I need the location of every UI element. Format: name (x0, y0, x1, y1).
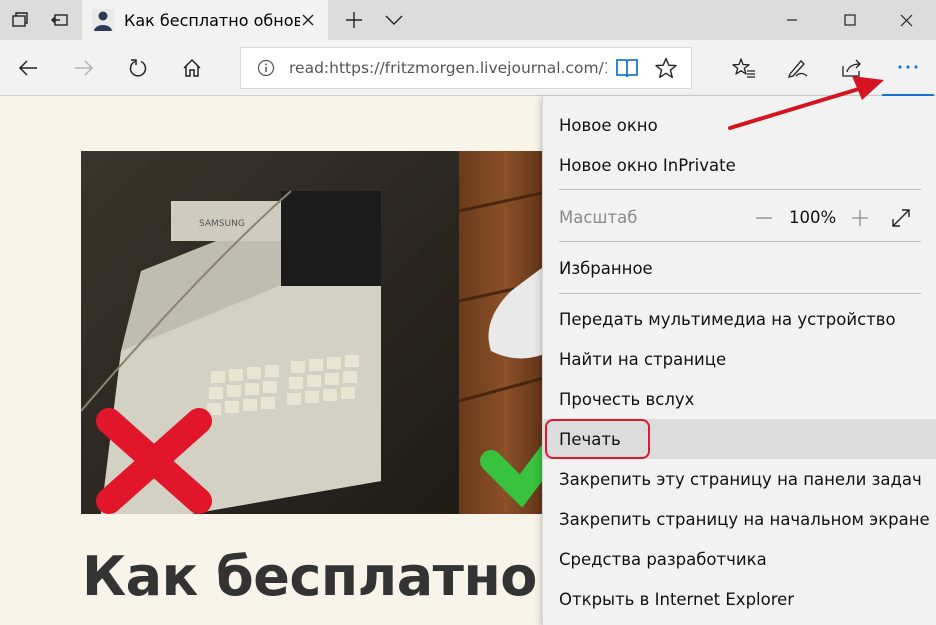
home-button[interactable] (172, 48, 212, 88)
full-screen-icon (892, 209, 910, 227)
menu-item-cast-media[interactable]: Передать мультимедиа на устройство (543, 299, 936, 339)
full-screen-button[interactable] (889, 206, 913, 230)
info-icon (257, 59, 275, 77)
tab-close-button[interactable] (298, 10, 318, 30)
menu-item-open-ie[interactable]: Открыть в Internet Explorer (543, 579, 936, 619)
menu-item-favorites[interactable]: Избранное (543, 248, 936, 288)
tabs-aside-button[interactable] (40, 0, 80, 40)
print-highlight-annotation (545, 419, 650, 459)
forward-arrow-icon (75, 60, 94, 76)
back-arrow-icon (18, 60, 37, 76)
add-favorite-button[interactable] (655, 57, 677, 83)
tab-title: Как бесплатно обнови (124, 10, 300, 30)
address-bar[interactable]: read:https://fritzmorgen.livejournal.com… (240, 47, 692, 89)
close-icon (302, 14, 314, 26)
close-icon (900, 14, 912, 26)
settings-more-button[interactable] (882, 40, 934, 96)
maximize-icon (844, 14, 856, 26)
forward-button[interactable] (64, 48, 104, 88)
window-close-button[interactable] (876, 0, 936, 40)
menu-item-developer-tools[interactable]: Средства разработчика (543, 539, 936, 579)
zoom-in-button[interactable] (849, 207, 871, 229)
minimize-button[interactable] (762, 0, 822, 40)
maximize-button[interactable] (820, 0, 880, 40)
article-hero-image: SAMSUNG (81, 151, 551, 514)
zoom-out-button[interactable] (753, 207, 775, 229)
favorites-hub-icon (732, 58, 755, 78)
menu-item-read-aloud[interactable]: Прочесть вслух (543, 379, 936, 419)
toolbar: read:https://fritzmorgen.livejournal.com… (0, 40, 936, 96)
share-button[interactable] (832, 48, 872, 88)
tabs-aside-icon (51, 14, 68, 26)
tab-manager-button[interactable] (0, 0, 40, 40)
new-tab-button[interactable] (334, 0, 374, 40)
menu-item-pin-taskbar[interactable]: Закрепить эту страницу на панели задач (543, 459, 936, 499)
reading-view-button[interactable] (615, 57, 639, 83)
tab-manager-icon (12, 12, 28, 27)
hero-brand-text: SAMSUNG (199, 219, 245, 229)
settings-menu: Новое окно Новое окно InPrivate Масштаб … (542, 96, 936, 625)
plus-icon (852, 210, 868, 226)
plus-icon (346, 12, 362, 28)
menu-separator (559, 189, 921, 190)
favorites-hub-button[interactable] (724, 48, 764, 88)
zoom-row: Масштаб 100% (543, 198, 936, 238)
tab-preview-button[interactable] (374, 0, 414, 40)
menu-item-pin-start[interactable]: Закрепить страницу на начальном экране (543, 499, 936, 539)
share-icon (842, 59, 861, 77)
minimize-icon (787, 19, 797, 21)
menu-item-new-window[interactable]: Новое окно (543, 105, 936, 145)
tab-strip: Как бесплатно обнови (0, 0, 936, 40)
menu-item-new-inprivate-window[interactable]: Новое окно InPrivate (543, 145, 936, 185)
menu-separator (559, 241, 921, 242)
back-button[interactable] (8, 48, 48, 88)
reading-view-icon (616, 59, 638, 78)
pen-icon (788, 60, 808, 78)
menu-item-find-on-page[interactable]: Найти на странице (543, 339, 936, 379)
more-icon (898, 65, 918, 69)
active-tab[interactable]: Как бесплатно обнови (82, 0, 328, 40)
menu-separator (559, 293, 921, 294)
star-icon (655, 57, 677, 78)
chevron-down-icon (385, 15, 403, 25)
home-icon (183, 58, 201, 77)
minus-icon (756, 217, 772, 219)
user-favicon-icon (92, 9, 114, 31)
zoom-label: Масштаб (559, 208, 638, 227)
web-note-button[interactable] (778, 48, 818, 88)
refresh-icon (129, 59, 147, 77)
address-url[interactable]: read:https://fritzmorgen.livejournal.com… (289, 59, 607, 77)
zoom-value: 100% (789, 208, 837, 227)
refresh-button[interactable] (118, 48, 158, 88)
